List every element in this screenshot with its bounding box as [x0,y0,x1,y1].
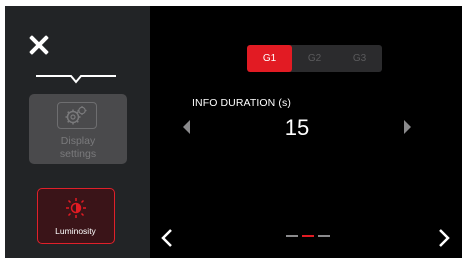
page-dot [318,235,330,237]
gear-settings-icon [57,102,97,129]
luminosity-button[interactable]: Luminosity [37,188,115,244]
setting-value: 15 [284,115,310,140]
sidebar: Display settings Luminosity [5,6,150,258]
page-dot [286,235,298,237]
next-page-icon[interactable] [437,228,451,248]
tab-g3[interactable]: G3 [337,45,382,72]
previous-page-icon[interactable] [160,228,174,248]
display-settings-button[interactable]: Display settings [29,94,127,164]
chevron-divider-icon [36,75,116,84]
tab-g2[interactable]: G2 [292,45,337,72]
increase-arrow-icon[interactable] [404,120,411,134]
group-tabs: G1 G2 G3 [247,45,382,72]
display-settings-label: Display settings [59,135,97,160]
setting-label: INFO DURATION (s) [192,97,291,109]
screen: Display settings Luminosity G1 G2 G3 INF… [5,6,462,258]
tab-g1[interactable]: G1 [247,45,292,72]
luminosity-icon [66,198,86,218]
decrease-arrow-icon[interactable] [183,120,190,134]
page-indicator [286,235,330,237]
luminosity-label: Luminosity [55,226,96,236]
page-dot-active [302,235,314,237]
close-icon[interactable] [28,34,50,56]
